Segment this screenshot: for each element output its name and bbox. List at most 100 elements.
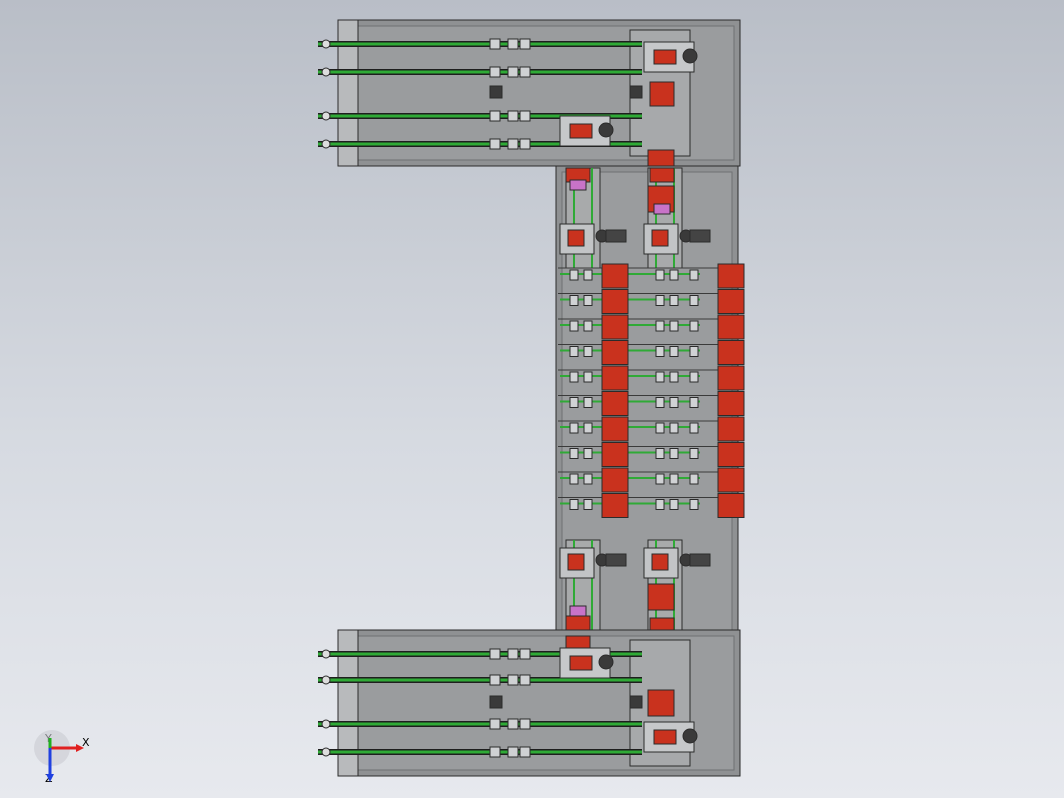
rail-bracket <box>489 648 501 660</box>
clamp-fixture <box>583 295 593 306</box>
station-actuator <box>601 467 629 493</box>
station-actuator <box>601 416 629 442</box>
actuator-block <box>565 635 591 649</box>
rail-bracket <box>519 138 531 150</box>
clamp-fixture <box>655 448 665 459</box>
clamp-fixture <box>689 422 699 434</box>
clamp-fixture <box>583 397 593 408</box>
clamp-fixture <box>669 346 679 357</box>
side-actuator <box>717 493 745 518</box>
rail-bracket <box>507 718 519 730</box>
side-actuator <box>717 391 745 416</box>
side-actuator <box>717 340 745 365</box>
clamp-fixture <box>689 320 699 332</box>
rail-end-cap <box>321 67 331 77</box>
rail-end-cap <box>321 675 331 685</box>
support-foot <box>489 695 503 709</box>
clamp-fixture <box>669 397 679 408</box>
rail-bracket <box>489 718 501 730</box>
actuator-block <box>647 583 675 611</box>
clamp-fixture <box>569 346 579 357</box>
station-actuator <box>601 391 629 416</box>
side-actuator <box>717 314 745 340</box>
rail-bracket <box>519 66 531 78</box>
station-actuator <box>601 442 629 467</box>
rail-bracket <box>489 38 501 50</box>
motor-body <box>605 553 627 567</box>
clamp-fixture <box>569 295 579 306</box>
rail-bracket <box>519 718 531 730</box>
station-actuator <box>601 365 629 391</box>
assembly-drawing[interactable]: X Y Z <box>0 0 1064 798</box>
cylinder <box>569 179 587 191</box>
clamp-fixture <box>655 346 665 357</box>
axis-triad[interactable]: X Y Z <box>34 730 90 785</box>
rail-bracket <box>507 746 519 758</box>
actuator-block <box>647 149 675 167</box>
side-actuator <box>717 442 745 467</box>
clamp-fixture <box>569 499 579 510</box>
clamp-fixture <box>583 320 593 332</box>
drive-unit-core <box>569 655 593 671</box>
gear-motor-core <box>567 553 585 571</box>
clamp-fixture <box>583 346 593 357</box>
clamp-fixture <box>655 473 665 485</box>
station-actuator <box>601 289 629 314</box>
actuator-block <box>647 689 675 717</box>
clamp-fixture <box>655 371 665 383</box>
clamp-fixture <box>655 422 665 434</box>
rail-bracket <box>519 674 531 686</box>
clamp-fixture <box>669 422 679 434</box>
rail-end-cap <box>321 39 331 49</box>
clamp-fixture <box>669 448 679 459</box>
actuator-block <box>649 81 675 107</box>
rail-bracket <box>507 648 519 660</box>
clamp-fixture <box>569 320 579 332</box>
drive-unit-core <box>653 729 677 745</box>
motor-body <box>605 229 627 243</box>
clamp-fixture <box>569 371 579 383</box>
clamp-fixture <box>689 269 699 281</box>
clamp-fixture <box>583 371 593 383</box>
rail-bracket <box>489 746 501 758</box>
clamp-fixture <box>689 499 699 510</box>
motor-body <box>689 553 711 567</box>
rail-bracket <box>507 138 519 150</box>
drive-motor <box>598 122 614 138</box>
clamp-fixture <box>569 473 579 485</box>
clamp-fixture <box>655 499 665 510</box>
clamp-fixture <box>655 269 665 281</box>
motor-body <box>689 229 711 243</box>
clamp-fixture <box>689 473 699 485</box>
clamp-fixture <box>669 499 679 510</box>
side-actuator <box>717 289 745 314</box>
clamp-fixture <box>569 269 579 281</box>
cylinder <box>569 605 587 617</box>
clamp-fixture <box>689 397 699 408</box>
clamp-fixture <box>655 397 665 408</box>
rail-bracket <box>489 66 501 78</box>
side-actuator <box>717 263 745 289</box>
rail-bracket <box>519 110 531 122</box>
clamp-fixture <box>669 320 679 332</box>
clamp-fixture <box>569 448 579 459</box>
clamp-fixture <box>689 448 699 459</box>
cad-viewport[interactable]: X Y Z <box>0 0 1064 798</box>
clamp-fixture <box>669 473 679 485</box>
support-foot <box>489 85 503 99</box>
drive-unit-core <box>653 49 677 65</box>
rail-bracket <box>519 38 531 50</box>
station-actuator <box>601 263 629 289</box>
actuator-block <box>649 167 675 183</box>
rail-bracket <box>507 66 519 78</box>
clamp-fixture <box>669 269 679 281</box>
clamp-fixture <box>689 346 699 357</box>
rail-end-cap <box>321 139 331 149</box>
rail-bracket <box>507 110 519 122</box>
clamp-fixture <box>669 371 679 383</box>
clamp-fixture <box>583 422 593 434</box>
side-actuator <box>717 416 745 442</box>
station-actuator <box>601 493 629 518</box>
clamp-fixture <box>583 269 593 281</box>
rail-bracket <box>519 746 531 758</box>
